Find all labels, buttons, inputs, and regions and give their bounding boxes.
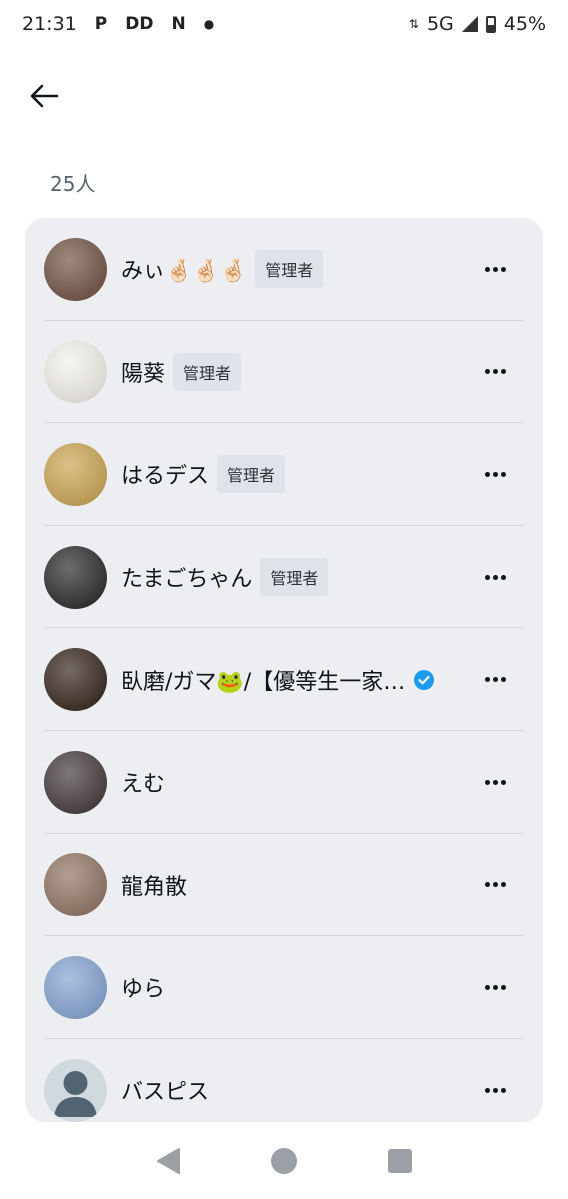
member-name: 臥磨/ガマ🐸/【優等生一家… bbox=[121, 669, 406, 695]
avatar[interactable] bbox=[44, 955, 107, 1019]
member-name-group: はるデス 管理者 bbox=[121, 455, 286, 494]
avatar[interactable] bbox=[44, 340, 107, 404]
member-name: 陽葵 bbox=[121, 361, 166, 387]
member-name-group: みぃ🤞🏻🤞🏻🤞🏻 管理者 bbox=[121, 250, 324, 289]
member-name: みぃ🤞🏻🤞🏻🤞🏻 bbox=[121, 259, 248, 285]
member-name: えむ bbox=[121, 772, 166, 798]
member-row[interactable]: 臥磨/ガマ🐸/【優等生一家… bbox=[25, 628, 543, 731]
member-name-group: たまごちゃん 管理者 bbox=[121, 558, 329, 597]
nav-home-button[interactable] bbox=[264, 1141, 304, 1181]
member-name: ゆら bbox=[121, 977, 166, 1003]
navigation-bar bbox=[0, 1122, 568, 1199]
back-arrow-icon bbox=[30, 84, 59, 108]
more-options-icon[interactable] bbox=[479, 561, 511, 593]
data-arrows-icon: ⇅ bbox=[408, 17, 419, 31]
clock: 21:31 bbox=[22, 13, 77, 35]
member-name-group: バスピス bbox=[121, 1074, 209, 1106]
admin-badge: 管理者 bbox=[260, 558, 329, 597]
member-name: はるデス bbox=[121, 464, 210, 490]
member-row[interactable]: たまごちゃん 管理者 bbox=[25, 526, 543, 629]
avatar[interactable] bbox=[44, 1058, 107, 1122]
back-button[interactable] bbox=[22, 76, 66, 116]
member-name-group: ゆら bbox=[121, 971, 165, 1003]
more-options-icon[interactable] bbox=[479, 1074, 511, 1106]
avatar[interactable] bbox=[44, 648, 107, 712]
member-name-group: 臥磨/ガマ🐸/【優等生一家… bbox=[121, 664, 435, 696]
square-recents-icon bbox=[388, 1148, 412, 1173]
battery-percent: 45% bbox=[503, 13, 546, 35]
admin-badge: 管理者 bbox=[173, 352, 242, 391]
verified-badge-icon bbox=[414, 669, 435, 690]
more-notifications-dot-icon: ● bbox=[203, 17, 215, 31]
status-right: ⇅ 5G 45% bbox=[409, 13, 546, 35]
member-name-group: えむ bbox=[121, 766, 165, 798]
member-name: バスピス bbox=[121, 1080, 210, 1106]
member-row[interactable]: ゆら bbox=[25, 936, 543, 1039]
member-row[interactable]: 陽葵 管理者 bbox=[25, 321, 543, 424]
member-list: みぃ🤞🏻🤞🏻🤞🏻 管理者 陽葵 管理者 はるデス 管理者 たまごちゃん 管理者 臥磨/ガマ🐸/【… bbox=[25, 218, 543, 1122]
member-name: 龍角散 bbox=[121, 874, 188, 900]
circle-home-icon bbox=[271, 1147, 297, 1174]
more-options-icon[interactable] bbox=[479, 766, 511, 798]
battery-icon bbox=[485, 15, 496, 33]
avatar[interactable] bbox=[44, 545, 107, 609]
more-options-icon[interactable] bbox=[479, 971, 511, 1003]
more-options-icon[interactable] bbox=[479, 253, 511, 285]
more-options-icon[interactable] bbox=[479, 356, 511, 388]
network-type: 5G bbox=[426, 13, 454, 35]
default-avatar-icon bbox=[54, 1070, 97, 1117]
admin-badge: 管理者 bbox=[217, 455, 286, 494]
status-left: 21:31 P DD N ● bbox=[22, 13, 214, 35]
notification-icon-p: P bbox=[94, 14, 108, 34]
avatar[interactable] bbox=[44, 237, 107, 301]
signal-icon bbox=[461, 16, 478, 32]
nav-back-button[interactable] bbox=[148, 1141, 188, 1181]
avatar[interactable] bbox=[44, 853, 107, 917]
admin-badge: 管理者 bbox=[255, 250, 324, 289]
notification-icon-n: N bbox=[171, 14, 186, 34]
member-row[interactable]: みぃ🤞🏻🤞🏻🤞🏻 管理者 bbox=[25, 218, 543, 321]
avatar[interactable] bbox=[44, 750, 107, 814]
more-options-icon[interactable] bbox=[479, 869, 511, 901]
more-options-icon[interactable] bbox=[479, 458, 511, 490]
member-row[interactable]: バスピス bbox=[25, 1039, 543, 1122]
status-bar: 21:31 P DD N ● ⇅ 5G 45% bbox=[0, 0, 568, 48]
member-row[interactable]: はるデス 管理者 bbox=[25, 423, 543, 526]
member-row[interactable]: えむ bbox=[25, 731, 543, 834]
notification-icon-dd: DD bbox=[125, 14, 154, 34]
member-name-group: 陽葵 管理者 bbox=[121, 352, 242, 391]
member-count: 25人 bbox=[50, 172, 96, 196]
triangle-back-icon bbox=[157, 1147, 180, 1174]
avatar[interactable] bbox=[44, 442, 107, 506]
nav-recents-button[interactable] bbox=[380, 1141, 420, 1181]
more-options-icon[interactable] bbox=[479, 664, 511, 696]
member-name-group: 龍角散 bbox=[121, 869, 187, 901]
member-name: たまごちゃん bbox=[121, 567, 253, 593]
member-row[interactable]: 龍角散 bbox=[25, 834, 543, 937]
